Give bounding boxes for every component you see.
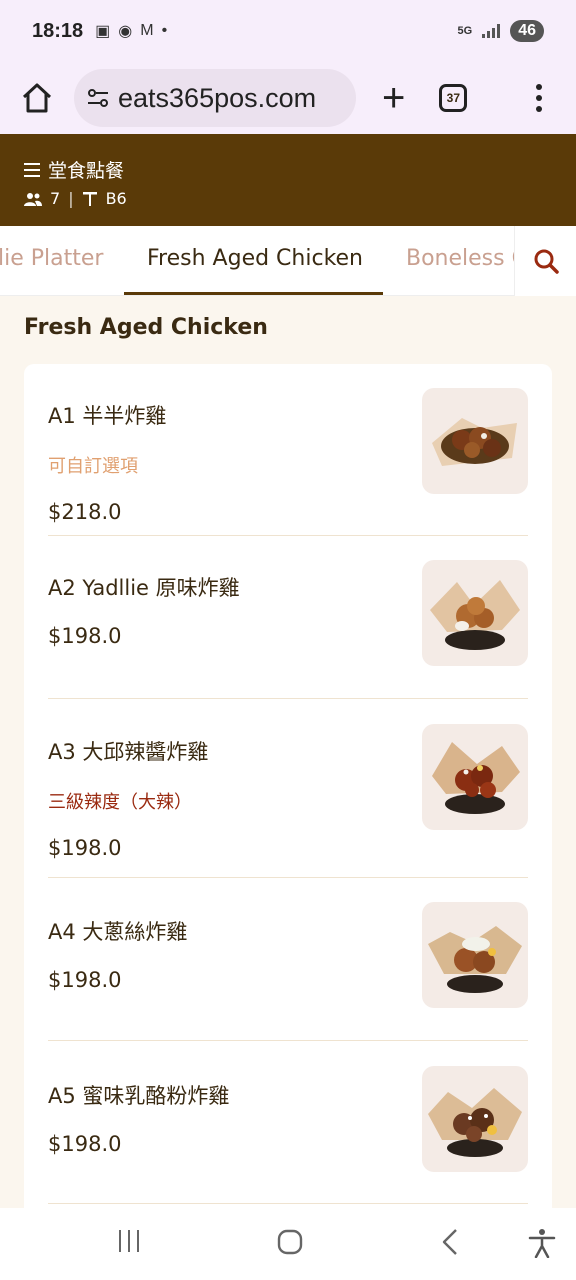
- status-time: 18:18: [32, 19, 84, 42]
- home-icon[interactable]: [20, 81, 54, 115]
- menu-item-a3[interactable]: A3 大邱辣醬炸雞 三級辣度（大辣） $198.0: [48, 724, 528, 860]
- browser-menu-button[interactable]: [536, 84, 556, 112]
- menu-item-a5[interactable]: A5 蜜味乳酪粉炸雞 $198.0: [48, 1066, 528, 1172]
- table-icon: [82, 191, 97, 206]
- menu-list: A1 半半炸雞 可自訂選項 $218.0 A2 Yadllie 原味炸雞 $19…: [24, 364, 552, 1224]
- item-divider: [48, 1203, 528, 1204]
- status-bar: 18:18 ▣ ◉ M • 5G 46: [0, 0, 576, 62]
- network-type: 5G: [457, 24, 473, 37]
- page-title-row[interactable]: 堂食點餐: [24, 156, 552, 183]
- site-settings-icon[interactable]: [86, 86, 110, 110]
- tab-category-0[interactable]: lie Platter: [0, 246, 103, 271]
- search-icon: [534, 249, 559, 274]
- gmail-notification-icon: M: [140, 22, 154, 39]
- item-image[interactable]: [422, 1066, 528, 1172]
- fried-chicken-image: [432, 742, 520, 814]
- fried-chicken-image: [432, 418, 517, 466]
- item-divider: [48, 1040, 528, 1041]
- fried-chicken-image: [430, 580, 520, 650]
- item-price: $218.0: [48, 500, 122, 524]
- browser-toolbar: eats365pos.com + 37: [0, 62, 576, 134]
- item-image[interactable]: [422, 902, 528, 1008]
- notification-icons: ▣ ◉ M •: [95, 21, 167, 41]
- active-tab-indicator: [124, 292, 383, 295]
- fried-chicken-image: [428, 926, 522, 993]
- app-notification-icon: ◉: [118, 23, 133, 40]
- battery-indicator: 46: [510, 20, 544, 42]
- menu-item-a1[interactable]: A1 半半炸雞 可自訂選項 $218.0: [48, 388, 528, 524]
- system-navigation-bar: [0, 1208, 576, 1280]
- meta-separator: |: [68, 189, 74, 208]
- menu-item-a4[interactable]: A4 大蔥絲炸雞 $198.0: [48, 902, 528, 1008]
- item-image[interactable]: [422, 724, 528, 830]
- category-tabs: lie Platter Fresh Aged Chicken Boneless …: [0, 226, 576, 296]
- tab-switcher-button[interactable]: 37: [439, 84, 468, 112]
- item-divider: [48, 877, 528, 878]
- url-text: eats365pos.com: [118, 82, 317, 113]
- tab-category-2[interactable]: Boneless C: [406, 246, 527, 271]
- tab-category-fresh-aged-chicken[interactable]: Fresh Aged Chicken: [147, 246, 363, 271]
- recent-apps-icon[interactable]: [117, 1228, 141, 1254]
- more-notifications-icon: •: [161, 22, 168, 39]
- section-title: Fresh Aged Chicken: [24, 315, 268, 340]
- back-icon[interactable]: [440, 1228, 462, 1256]
- item-image[interactable]: [422, 560, 528, 666]
- item-divider: [48, 698, 528, 699]
- guests-icon: [24, 192, 42, 206]
- guest-count: 7: [50, 189, 61, 208]
- order-meta: 7 | B6: [24, 189, 552, 208]
- table-number: B6: [105, 189, 127, 208]
- screenshot-notification-icon: ▣: [95, 23, 111, 40]
- signal-icon: [482, 24, 501, 38]
- new-tab-button[interactable]: +: [382, 78, 405, 118]
- item-price: $198.0: [48, 836, 122, 860]
- page-title: 堂食點餐: [48, 160, 125, 182]
- item-divider: [48, 535, 528, 536]
- menu-icon[interactable]: [24, 162, 40, 177]
- app-header: 堂食點餐 7 | B6 文 A: [0, 134, 576, 226]
- item-image[interactable]: [422, 388, 528, 494]
- address-bar[interactable]: eats365pos.com: [74, 69, 356, 127]
- home-button-icon[interactable]: [276, 1228, 304, 1256]
- fried-chicken-image: [428, 1088, 522, 1157]
- menu-item-a2[interactable]: A2 Yadllie 原味炸雞 $198.0: [48, 560, 528, 666]
- search-button[interactable]: [514, 226, 576, 296]
- accessibility-icon[interactable]: [528, 1228, 556, 1258]
